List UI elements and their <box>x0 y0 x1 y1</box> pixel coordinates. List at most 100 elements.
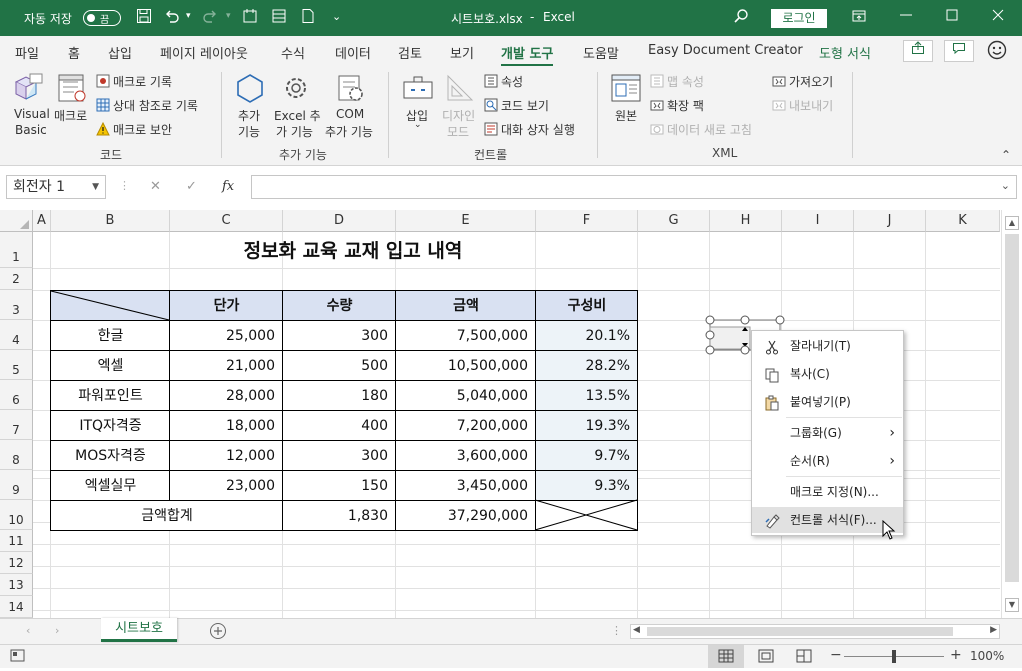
customize-qat-icon[interactable]: ⌄ <box>332 10 341 23</box>
page-layout-view-button[interactable] <box>752 645 780 668</box>
column-header-e[interactable]: E <box>396 210 536 232</box>
horizontal-scrollbar[interactable]: ◀ ▶ <box>630 624 1000 639</box>
row-header-6[interactable]: 6 <box>0 380 33 410</box>
formula-input[interactable]: ⌄ <box>251 175 1017 199</box>
smiley-icon[interactable] <box>987 40 1009 62</box>
insert-function-icon[interactable]: fx <box>222 179 234 194</box>
row-header-5[interactable]: 5 <box>0 350 33 380</box>
column-header-d[interactable]: D <box>283 210 396 232</box>
insert-control-dropdown-icon[interactable]: ⌄ <box>414 120 422 130</box>
column-header-c[interactable]: C <box>170 210 283 232</box>
save-icon[interactable] <box>135 8 153 26</box>
sheet-tab-active[interactable]: 시트보호 <box>101 618 177 642</box>
menu-item-copy[interactable]: 복사(C) <box>752 361 903 387</box>
scroll-right-icon[interactable]: ▶ <box>990 625 997 635</box>
row-header-8[interactable]: 8 <box>0 440 33 470</box>
ribbon-display-icon[interactable] <box>850 8 868 26</box>
column-header-b[interactable]: B <box>51 210 170 232</box>
column-header-g[interactable]: G <box>638 210 710 232</box>
scroll-up-icon[interactable]: ▲ <box>1005 216 1019 230</box>
scroll-left-icon[interactable]: ◀ <box>633 625 640 635</box>
tab-review[interactable]: 검토 <box>398 43 422 62</box>
properties-button[interactable]: 속성 <box>484 73 523 90</box>
zoom-out-button[interactable]: − <box>830 647 842 663</box>
undo-icon[interactable] <box>163 8 181 26</box>
expansion-packs-button[interactable]: 확장 팩 <box>650 97 704 114</box>
column-header-h[interactable]: H <box>710 210 782 232</box>
tab-formulas[interactable]: 수식 <box>281 43 305 62</box>
record-macro-button[interactable]: 매크로 기록 <box>96 73 172 90</box>
tab-shape-format[interactable]: 도형 서식 <box>819 43 871 62</box>
addins-icon[interactable] <box>233 72 267 104</box>
select-all-corner[interactable] <box>0 210 33 232</box>
macro-icon[interactable] <box>56 72 90 104</box>
vertical-scroll-thumb[interactable] <box>1005 234 1019 582</box>
comments-button[interactable] <box>944 40 974 62</box>
menu-item-format-control[interactable]: 컨트롤 서식(F)... <box>752 507 903 533</box>
new-sheet-icon[interactable] <box>241 8 259 26</box>
macro-security-button[interactable]: 매크로 보안 <box>96 121 172 138</box>
view-code-button[interactable]: 코드 보기 <box>484 97 549 114</box>
tab-file[interactable]: 파일 <box>15 43 39 62</box>
autosave-toggle[interactable]: 끔 <box>83 10 121 26</box>
login-button[interactable]: 로그인 <box>771 9 827 28</box>
menu-item-cut[interactable]: 잘라내기(T) <box>752 333 903 359</box>
run-dialog-button[interactable]: 대화 상자 실행 <box>484 121 575 138</box>
column-header-j[interactable]: J <box>854 210 926 232</box>
row-header-12[interactable]: 12 <box>0 552 33 574</box>
row-header-13[interactable]: 13 <box>0 574 33 596</box>
insert-control-icon[interactable] <box>401 72 435 104</box>
import-button[interactable]: 가져오기 <box>772 73 833 90</box>
column-header-f[interactable]: F <box>536 210 638 232</box>
menu-item-paste[interactable]: 붙여넣기(P) <box>752 389 903 415</box>
tab-insert[interactable]: 삽입 <box>108 43 132 62</box>
tab-help[interactable]: 도움말 <box>583 43 619 62</box>
row-header-11[interactable]: 11 <box>0 530 33 552</box>
zoom-level[interactable]: 100% <box>970 649 1004 663</box>
tab-data[interactable]: 데이터 <box>335 43 371 62</box>
close-icon[interactable] <box>989 8 1007 26</box>
name-box[interactable]: 회전자 1 ▼ <box>6 175 106 199</box>
visual-basic-icon[interactable] <box>12 72 46 104</box>
com-addins-icon[interactable] <box>334 72 368 104</box>
search-icon[interactable] <box>732 8 750 26</box>
row-header-1[interactable]: 1 <box>0 232 33 268</box>
vertical-scrollbar[interactable]: ▲ ▼ <box>1001 210 1022 618</box>
name-box-dropdown-icon[interactable]: ▼ <box>92 176 99 198</box>
undo-dropdown-icon[interactable]: ▾ <box>186 11 191 21</box>
cancel-icon[interactable]: ✕ <box>150 179 161 194</box>
column-header-i[interactable]: I <box>782 210 854 232</box>
enter-icon[interactable]: ✓ <box>186 179 197 194</box>
expand-formula-bar-icon[interactable]: ⌄ <box>1001 179 1010 192</box>
zoom-slider-thumb[interactable] <box>892 650 896 663</box>
maximize-icon[interactable] <box>943 8 961 26</box>
tab-easy-document-creator[interactable]: Easy Document Creator <box>648 43 803 58</box>
row-header-14[interactable]: 14 <box>0 596 33 618</box>
row-header-7[interactable]: 7 <box>0 410 33 440</box>
prev-sheet-icon[interactable]: ‹ <box>26 624 30 637</box>
tab-home[interactable]: 홈 <box>68 43 80 62</box>
row-header-10[interactable]: 10 <box>0 500 33 530</box>
normal-view-button[interactable] <box>708 645 744 668</box>
column-header-a[interactable]: A <box>33 210 51 232</box>
column-header-k[interactable]: K <box>926 210 1000 232</box>
next-sheet-icon[interactable]: › <box>55 624 59 637</box>
menu-item-assign-macro[interactable]: 매크로 지정(N)... <box>752 479 903 505</box>
row-header-9[interactable]: 9 <box>0 470 33 500</box>
share-button[interactable] <box>903 40 933 62</box>
collapse-ribbon-icon[interactable]: ⌃ <box>1001 148 1011 162</box>
tab-split-grip-icon[interactable]: ⋮ <box>611 624 622 637</box>
row-header-2[interactable]: 2 <box>0 268 33 290</box>
relative-reference-button[interactable]: 상대 참조로 기록 <box>96 97 198 114</box>
row-header-3[interactable]: 3 <box>0 290 33 320</box>
minimize-icon[interactable] <box>897 8 915 26</box>
menu-item-order[interactable]: 순서(R) › <box>752 448 903 474</box>
page-break-view-button[interactable] <box>790 645 818 668</box>
tab-view[interactable]: 보기 <box>450 43 474 62</box>
excel-addins-gear-icon[interactable] <box>279 72 313 104</box>
tab-developer[interactable]: 개발 도구 <box>501 43 554 67</box>
add-sheet-icon[interactable] <box>209 622 227 640</box>
document-icon[interactable] <box>299 8 317 26</box>
horizontal-scroll-thumb[interactable] <box>647 627 953 636</box>
tab-page-layout[interactable]: 페이지 레이아웃 <box>160 43 248 62</box>
